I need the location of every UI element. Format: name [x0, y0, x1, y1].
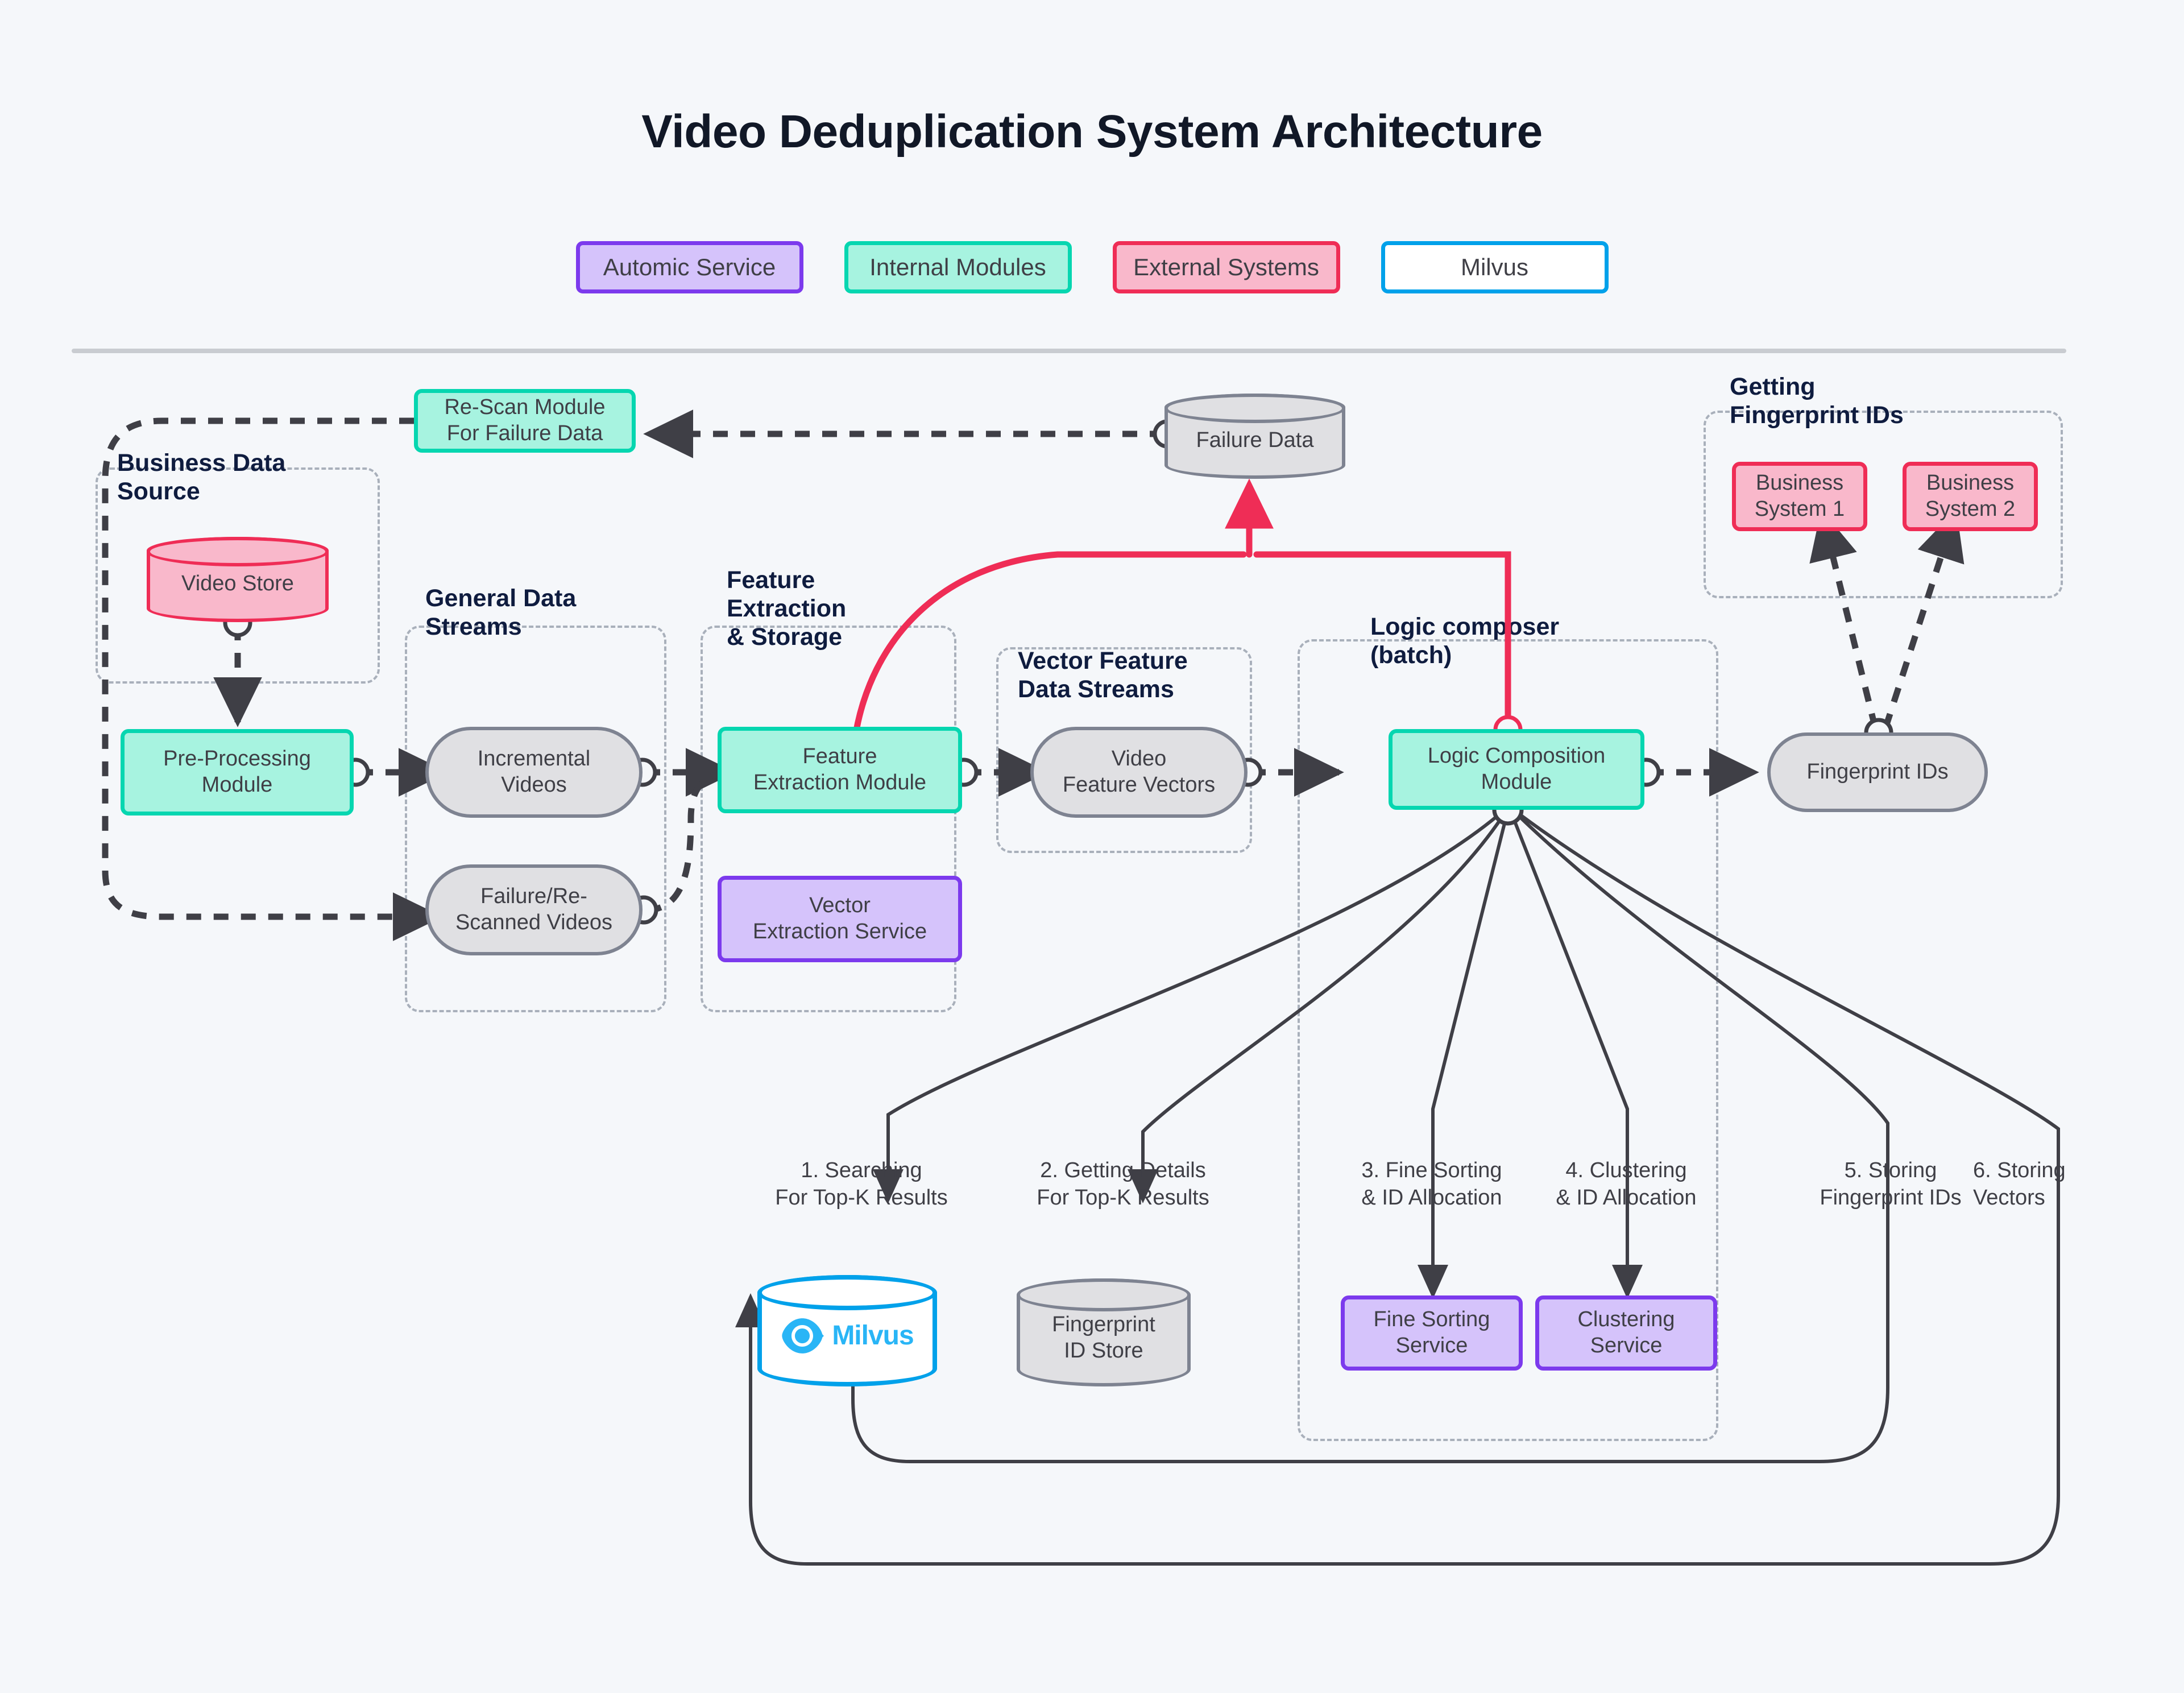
node-feature-extraction-module[interactable]: Feature Extraction Module	[718, 727, 962, 813]
node-clustering-service[interactable]: Clustering Service	[1535, 1295, 1717, 1371]
group-title-getting-fingerprint-ids: Getting Fingerprint IDs	[1730, 373, 1904, 429]
edge-label-flow-4: 4. Clustering & ID Allocation	[1556, 1158, 1697, 1210]
milvus-logo: Milvus	[781, 1304, 914, 1357]
node-label: Incremental Videos	[477, 747, 591, 797]
node-video-feature-vectors[interactable]: Video Feature Vectors	[1030, 727, 1248, 818]
node-label: Feature Extraction Module	[753, 744, 927, 794]
node-logic-composition-module[interactable]: Logic Composition Module	[1389, 729, 1644, 810]
node-label: Business System 1	[1754, 471, 1845, 521]
legend-item-internal-modules[interactable]: Internal Modules	[844, 241, 1072, 293]
node-video-store[interactable]: Video Store	[147, 537, 329, 622]
page-title: Video Deduplication System Architecture	[641, 106, 1543, 158]
node-label: Fingerprint IDs	[1806, 760, 1949, 784]
node-label: Fine Sorting Service	[1373, 1307, 1490, 1357]
node-label: Re-Scan Module For Failure Data	[444, 395, 606, 445]
node-label: Failure Data	[1196, 428, 1314, 453]
node-fingerprint-id-store[interactable]: Fingerprint ID Store	[1017, 1278, 1191, 1386]
legend-item-automic-service[interactable]: Automic Service	[575, 241, 803, 293]
milvus-eye-icon	[782, 1318, 824, 1353]
node-label: Pre-Processing Module	[163, 747, 311, 797]
legend-label: External Systems	[1133, 254, 1319, 280]
node-label: Logic Composition Module	[1427, 744, 1606, 794]
group-title-vector-feature-streams: Vector Feature Data Streams	[1018, 647, 1188, 703]
legend: Automic Service Internal Modules Externa…	[0, 241, 2184, 293]
group-title-logic-composer: Logic composer (batch)	[1370, 613, 1560, 669]
legend-label: Automic Service	[603, 254, 776, 280]
edge-label-flow-5: 5. Storing Fingerprint IDs	[1820, 1158, 1962, 1210]
legend-label: Internal Modules	[869, 254, 1046, 280]
node-label: Business System 2	[1925, 471, 2016, 521]
legend-item-milvus[interactable]: Milvus	[1381, 241, 1609, 293]
node-fine-sorting-service[interactable]: Fine Sorting Service	[1341, 1295, 1523, 1371]
node-label: Fingerprint ID Store	[1052, 1313, 1155, 1363]
node-preprocessing-module[interactable]: Pre-Processing Module	[121, 729, 354, 816]
node-label: Video Store	[181, 572, 294, 596]
node-failure-data[interactable]: Failure Data	[1164, 394, 1345, 479]
node-incremental-videos[interactable]: Incremental Videos	[425, 727, 643, 818]
diagram-canvas: Video Deduplication System Architecture …	[0, 0, 2184, 1693]
edge-label-flow-2: 2. Getting Details For Top-K Results	[1037, 1158, 1209, 1210]
node-fingerprint-ids[interactable]: Fingerprint IDs	[1767, 732, 1988, 812]
node-milvus[interactable]: Milvus	[757, 1275, 937, 1386]
legend-label: Milvus	[1460, 254, 1528, 280]
node-business-system-2[interactable]: Business System 2	[1903, 462, 2038, 531]
header-divider	[72, 349, 2066, 353]
legend-item-external-systems[interactable]: External Systems	[1112, 241, 1340, 293]
edge-label-flow-1: 1. Searching For Top-K Results	[775, 1158, 948, 1210]
node-vector-extraction-service[interactable]: Vector Extraction Service	[718, 876, 962, 962]
node-rescan-module[interactable]: Re-Scan Module For Failure Data	[414, 389, 636, 453]
node-business-system-1[interactable]: Business System 1	[1732, 462, 1867, 531]
milvus-wordmark: Milvus	[832, 1321, 914, 1351]
node-label: Vector Extraction Service	[752, 893, 927, 943]
node-failure-rescanned-videos[interactable]: Failure/Re- Scanned Videos	[425, 864, 643, 955]
group-title-business-data-source: Business Data Source	[117, 449, 286, 505]
node-label: Failure/Re- Scanned Videos	[455, 884, 613, 934]
edge-label-flow-6: 6. Storing Vectors	[1973, 1158, 2066, 1210]
group-title-general-data-streams: General Data Streams	[425, 585, 577, 640]
group-title-feature-extraction: Feature Extraction & Storage	[727, 566, 847, 651]
node-label: Clustering Service	[1577, 1307, 1675, 1357]
edge-label-flow-3: 3. Fine Sorting & ID Allocation	[1361, 1158, 1502, 1210]
node-label: Video Feature Vectors	[1062, 747, 1216, 797]
